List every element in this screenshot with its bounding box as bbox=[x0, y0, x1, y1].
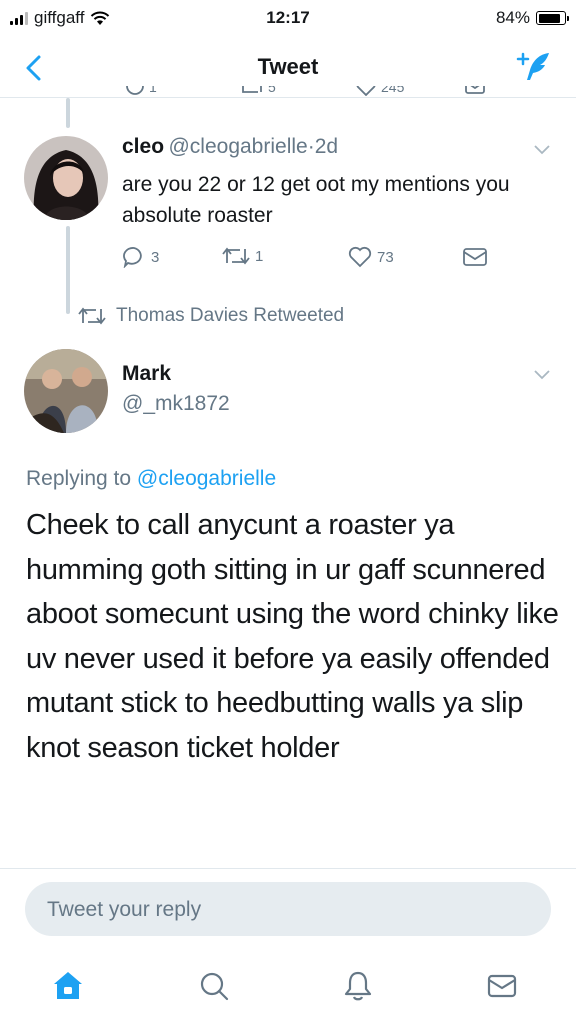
reply-button[interactable]: 3 bbox=[122, 246, 159, 268]
reply-author-name[interactable]: cleo bbox=[122, 135, 164, 158]
prev-like-count: 245 bbox=[381, 86, 405, 95]
clock: 12:17 bbox=[266, 8, 310, 27]
prev-dm-action[interactable] bbox=[464, 86, 486, 96]
dm-button[interactable] bbox=[462, 246, 488, 268]
author-handle[interactable]: @_mk1872 bbox=[122, 392, 230, 416]
retweet-icon bbox=[222, 247, 250, 265]
separator-dot: · bbox=[307, 135, 315, 158]
avatar-mark[interactable] bbox=[24, 349, 108, 433]
messages-icon bbox=[487, 974, 517, 998]
divider bbox=[0, 868, 576, 869]
tab-home[interactable] bbox=[50, 968, 86, 1004]
replying-to-prefix: Replying to bbox=[26, 467, 137, 490]
prev-reply-count: 1 bbox=[149, 86, 157, 95]
prev-like-action[interactable]: 245 bbox=[355, 86, 404, 96]
heart-icon bbox=[348, 246, 372, 268]
reply-tweet-text: are you 22 or 12 get oot my mentions you… bbox=[122, 173, 510, 227]
page-title: Tweet bbox=[257, 54, 319, 79]
previous-tweet-actions: 1 5 245 bbox=[0, 86, 576, 98]
retweet-context[interactable]: Thomas Davies Retweeted bbox=[78, 305, 344, 327]
prev-reply-action[interactable]: 1 bbox=[125, 86, 157, 96]
search-icon bbox=[200, 972, 229, 1001]
retweet-icon bbox=[78, 307, 106, 325]
battery-info: 84% bbox=[495, 8, 569, 28]
reply-time: 2d bbox=[314, 135, 339, 158]
status-bar: giffgaff 12:17 84% bbox=[0, 0, 576, 40]
compose-tweet-icon[interactable] bbox=[516, 50, 552, 84]
reply-author-handle[interactable]: @cleogabrielle bbox=[168, 135, 307, 158]
reply-count: 3 bbox=[151, 248, 160, 266]
retweet-count: 1 bbox=[255, 247, 264, 265]
reply-input[interactable]: Tweet your reply bbox=[25, 882, 551, 936]
home-icon bbox=[54, 972, 82, 999]
battery-level bbox=[538, 13, 560, 23]
retweet-context-label: Thomas Davies Retweeted bbox=[116, 305, 345, 326]
retweet-button[interactable]: 1 bbox=[222, 246, 263, 266]
tab-bar bbox=[0, 950, 576, 1024]
notifications-icon bbox=[344, 971, 372, 1001]
reply-icon bbox=[123, 247, 142, 268]
chevron-down-icon[interactable] bbox=[534, 370, 550, 380]
battery-icon bbox=[536, 11, 569, 25]
author-name[interactable]: Mark bbox=[122, 362, 171, 386]
prev-retweet-action[interactable]: 5 bbox=[240, 86, 276, 96]
prev-retweet-count: 5 bbox=[268, 86, 276, 95]
avatar-cleo[interactable] bbox=[24, 136, 108, 220]
reply-tweet-actions: 3 1 73 bbox=[122, 246, 502, 272]
tab-messages[interactable] bbox=[484, 968, 520, 1004]
retweet-icon bbox=[242, 86, 262, 93]
dm-icon bbox=[463, 248, 487, 266]
chevron-down-icon[interactable] bbox=[534, 145, 550, 155]
dm-icon bbox=[465, 86, 485, 94]
replying-to: Replying to @cleogabrielle bbox=[26, 467, 276, 491]
like-button[interactable]: 73 bbox=[348, 246, 394, 268]
heart-icon bbox=[356, 86, 376, 96]
reply-tweet-header: cleo @cleogabrielle·2d bbox=[122, 135, 338, 159]
tab-notifications[interactable] bbox=[340, 968, 376, 1004]
replying-to-link[interactable]: @cleogabrielle bbox=[137, 467, 276, 490]
thread-line-bottom bbox=[66, 226, 70, 314]
battery-percent: 84% bbox=[495, 8, 530, 27]
tab-search[interactable] bbox=[196, 968, 232, 1004]
reply-icon bbox=[126, 86, 144, 95]
like-count: 73 bbox=[377, 248, 394, 266]
tweet-text: Cheek to call anycunt a roaster ya hummi… bbox=[26, 509, 559, 764]
reply-placeholder: Tweet your reply bbox=[47, 898, 202, 921]
thread-line-top bbox=[66, 98, 70, 128]
